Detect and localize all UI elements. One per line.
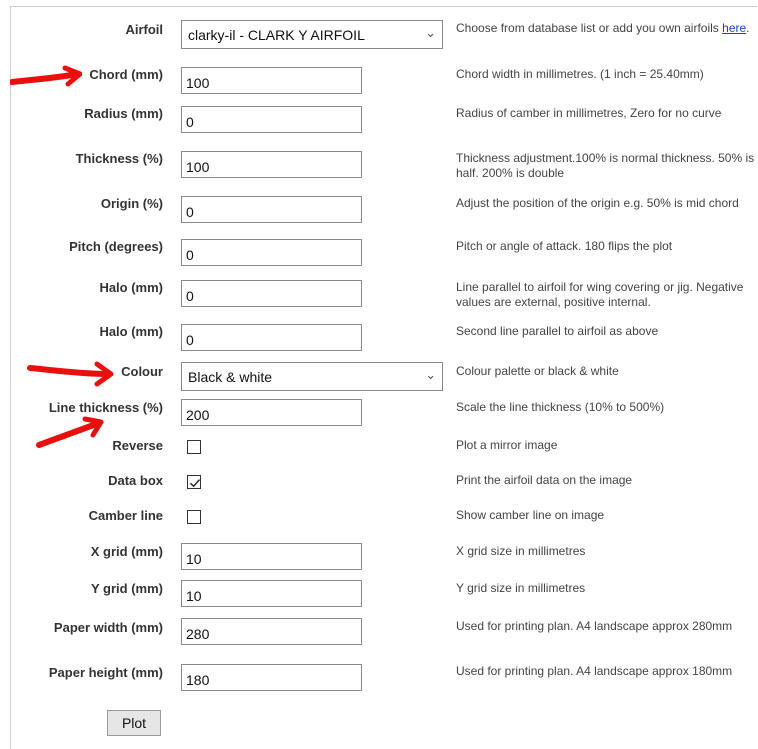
airfoil-desc: Choose from database list or add you own… bbox=[456, 21, 756, 36]
annotation-arrow-chord bbox=[10, 65, 82, 87]
reverse-desc: Plot a mirror image bbox=[456, 438, 558, 452]
halo-second-label: Halo (mm) bbox=[99, 324, 163, 339]
colour-select-value: Black & white bbox=[188, 369, 273, 385]
airfoil-label: Airfoil bbox=[125, 22, 163, 37]
radius-label: Radius (mm) bbox=[84, 106, 163, 121]
data-box-desc: Print the airfoil data on the image bbox=[456, 473, 633, 487]
paper-height-desc: Used for printing plan. A4 landscape app… bbox=[456, 664, 733, 678]
data-box-label: Data box bbox=[108, 473, 163, 488]
camber-line-label: Camber line bbox=[88, 508, 163, 523]
y-grid-desc: Y grid size in millimetres bbox=[456, 581, 586, 595]
x-grid-label: X grid (mm) bbox=[90, 544, 163, 559]
paper-height-label: Paper height (mm) bbox=[48, 665, 163, 680]
checkmark-icon bbox=[190, 479, 201, 488]
paper-width-label: Paper width (mm) bbox=[53, 620, 163, 635]
paper-height-input[interactable]: 180 bbox=[181, 664, 362, 691]
airfoil-select[interactable]: clarky-il - CLARK Y AIRFOIL ⌄ bbox=[181, 20, 443, 49]
x-grid-desc: X grid size in millimetres bbox=[456, 544, 586, 558]
x-grid-input[interactable]: 10 bbox=[181, 543, 362, 570]
chord-desc: Chord width in millimetres. (1 inch = 25… bbox=[456, 67, 704, 81]
chevron-down-icon: ⌄ bbox=[425, 25, 436, 40]
origin-label: Origin (%) bbox=[100, 196, 163, 211]
origin-input[interactable]: 0 bbox=[181, 196, 362, 223]
camber-line-checkbox[interactable] bbox=[187, 510, 201, 524]
annotation-arrow-colour bbox=[27, 361, 114, 387]
chord-input[interactable]: 100 bbox=[181, 67, 362, 94]
pitch-desc: Pitch or angle of attack. 180 flips the … bbox=[456, 239, 673, 253]
line-thickness-desc: Scale the line thickness (10% to 500%) bbox=[456, 400, 665, 414]
halo-second-input[interactable]: 0 bbox=[181, 324, 362, 351]
radius-desc: Radius of camber in millimetres, Zero fo… bbox=[456, 106, 722, 120]
thickness-input[interactable]: 100 bbox=[181, 151, 362, 178]
halo-second-desc: Second line parallel to airfoil as above bbox=[456, 324, 659, 338]
airfoil-desc-suffix: . bbox=[746, 21, 750, 35]
y-grid-label: Y grid (mm) bbox=[91, 581, 163, 596]
halo-input[interactable]: 0 bbox=[181, 280, 362, 307]
chevron-down-icon: ⌄ bbox=[425, 367, 436, 382]
halo-desc: Line parallel to airfoil for wing coveri… bbox=[456, 280, 744, 309]
annotation-arrow-line-thickness bbox=[36, 416, 104, 448]
line-thickness-input[interactable]: 200 bbox=[181, 399, 362, 426]
colour-select[interactable]: Black & white ⌄ bbox=[181, 362, 443, 391]
thickness-label: Thickness (%) bbox=[75, 151, 163, 166]
y-grid-input[interactable]: 10 bbox=[181, 580, 362, 607]
thickness-desc: Thickness adjustment.100% is normal thic… bbox=[456, 151, 755, 180]
line-thickness-label: Line thickness (%) bbox=[48, 400, 163, 415]
paper-width-desc: Used for printing plan. A4 landscape app… bbox=[456, 619, 733, 633]
plot-button[interactable]: Plot bbox=[107, 710, 161, 736]
here-link[interactable]: here bbox=[722, 21, 746, 35]
radius-input[interactable]: 0 bbox=[181, 106, 362, 133]
paper-width-input[interactable]: 280 bbox=[181, 618, 362, 645]
colour-desc: Colour palette or black & white bbox=[456, 364, 619, 378]
halo-label: Halo (mm) bbox=[99, 280, 163, 295]
data-box-checkbox[interactable] bbox=[187, 475, 201, 489]
airfoil-select-value: clarky-il - CLARK Y AIRFOIL bbox=[188, 27, 365, 43]
pitch-label: Pitch (degrees) bbox=[69, 239, 163, 254]
airfoil-desc-text: Choose from database list or add you own… bbox=[456, 21, 723, 35]
pitch-input[interactable]: 0 bbox=[181, 239, 362, 266]
camber-line-desc: Show camber line on image bbox=[456, 508, 605, 522]
reverse-checkbox[interactable] bbox=[187, 440, 201, 454]
origin-desc: Adjust the position of the origin e.g. 5… bbox=[456, 196, 739, 210]
